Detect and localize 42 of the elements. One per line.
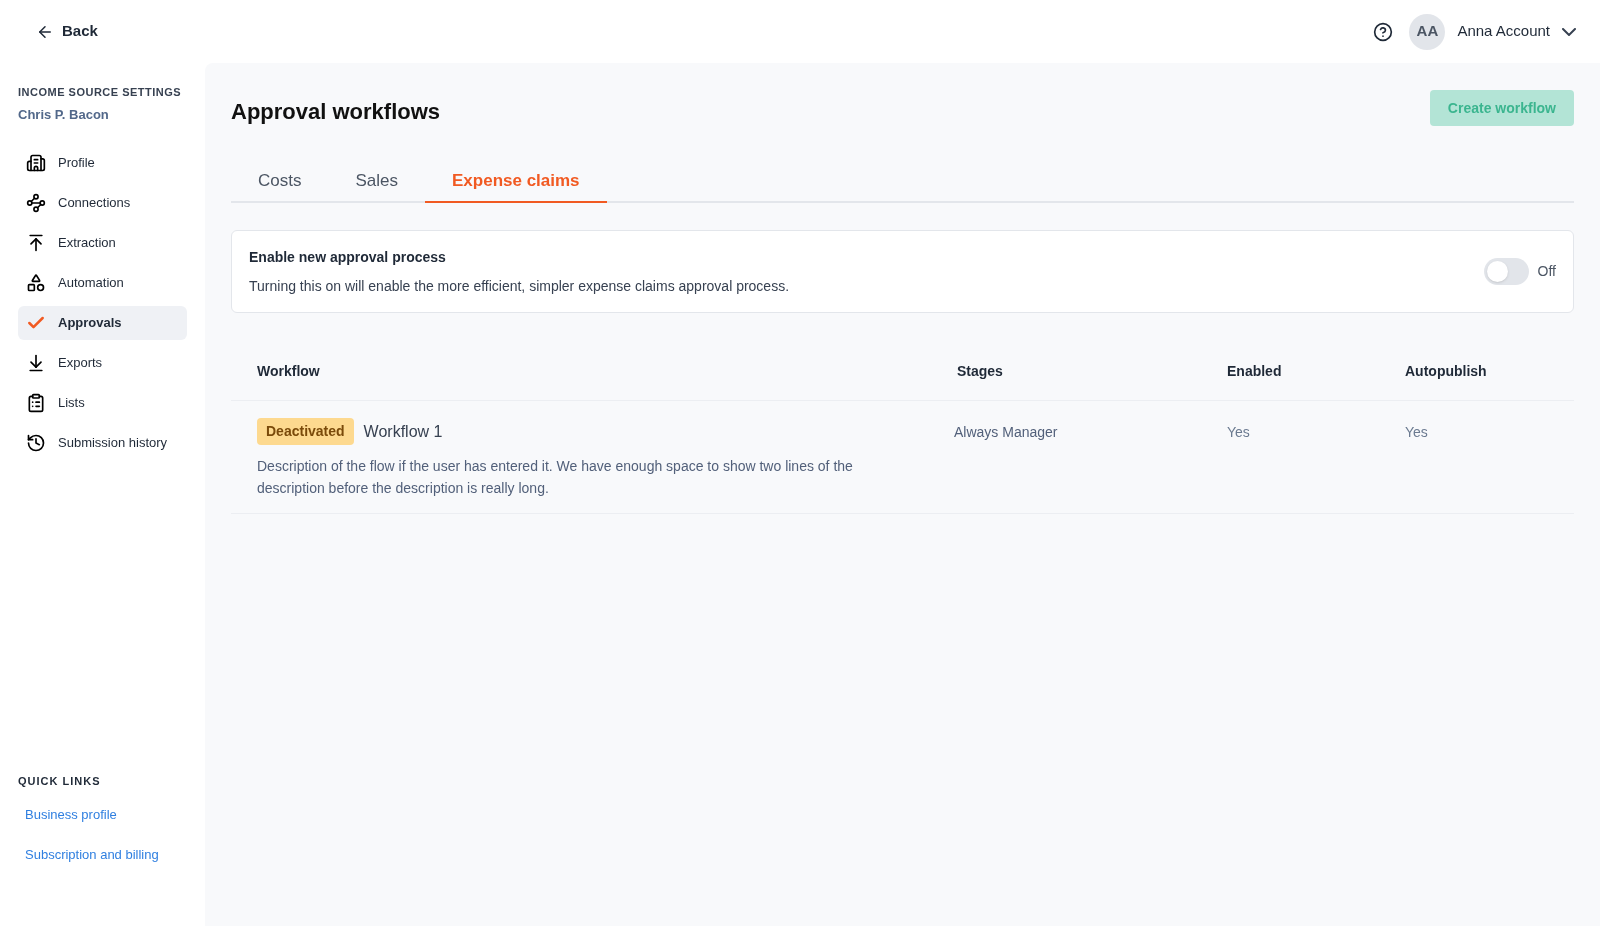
column-header: Workflow: [257, 362, 320, 381]
table-cell-text: Always Manager: [954, 423, 1058, 442]
quick-link[interactable]: Subscription and billing: [25, 844, 159, 864]
column-header: Enabled: [1227, 362, 1282, 381]
clipboard-icon: [26, 393, 46, 413]
toggle-state-label: Off: [1537, 262, 1556, 281]
sidebar-item[interactable]: Connections: [18, 186, 187, 220]
avatar: AA: [1409, 13, 1446, 50]
sidebar-item[interactable]: Submission history: [18, 426, 187, 460]
sidebar-item[interactable]: Approvals: [18, 306, 187, 340]
shapes-icon: [26, 273, 46, 293]
sidebar-item[interactable]: Profile: [18, 146, 187, 180]
quick-link[interactable]: Business profile: [25, 805, 117, 825]
help-icon[interactable]: [1373, 21, 1394, 42]
sidebar-item[interactable]: Lists: [18, 386, 187, 420]
sidebar-item[interactable]: Automation: [18, 266, 187, 300]
download-icon: [26, 353, 46, 373]
connections-icon: [26, 193, 46, 213]
tab[interactable]: Sales: [328, 160, 425, 203]
history-icon: [26, 433, 46, 453]
setting-title: Enable new approval process: [249, 247, 447, 267]
income-source-name: Chris P. Bacon: [18, 105, 110, 124]
workflow-name: Workflow 1: [363, 421, 443, 442]
chevron-down-icon: [1562, 27, 1576, 36]
account-menu-button[interactable]: Anna Account: [1457, 20, 1576, 43]
upload-icon: [26, 233, 46, 253]
sidebar-item[interactable]: Extraction: [18, 226, 187, 260]
quick-links-title: QUICK LINKS: [18, 773, 102, 789]
back-button[interactable]: Back: [36, 20, 98, 43]
sidebar-item[interactable]: Exports: [18, 346, 187, 380]
table-cell-text: Yes: [1405, 423, 1428, 442]
table-cell-text: Yes: [1227, 423, 1250, 442]
status-badge: Deactivated: [257, 418, 354, 445]
workflow-description: Description of the flow if the user has entered it. We have enough space to show two lines of the description before the description is really long.: [257, 457, 854, 498]
column-header: Stages: [957, 362, 1003, 381]
building-icon: [26, 153, 46, 173]
section-title: INCOME SOURCE SETTINGS: [18, 85, 183, 100]
setting-description: Turning this on will enable the more efficient, simpler expense claims approval process.: [249, 276, 790, 296]
page-title: Approval workflows: [231, 98, 441, 126]
tab[interactable]: Costs: [231, 160, 329, 203]
column-header: Autopublish: [1405, 362, 1487, 381]
toggle-switch[interactable]: [1483, 258, 1529, 285]
